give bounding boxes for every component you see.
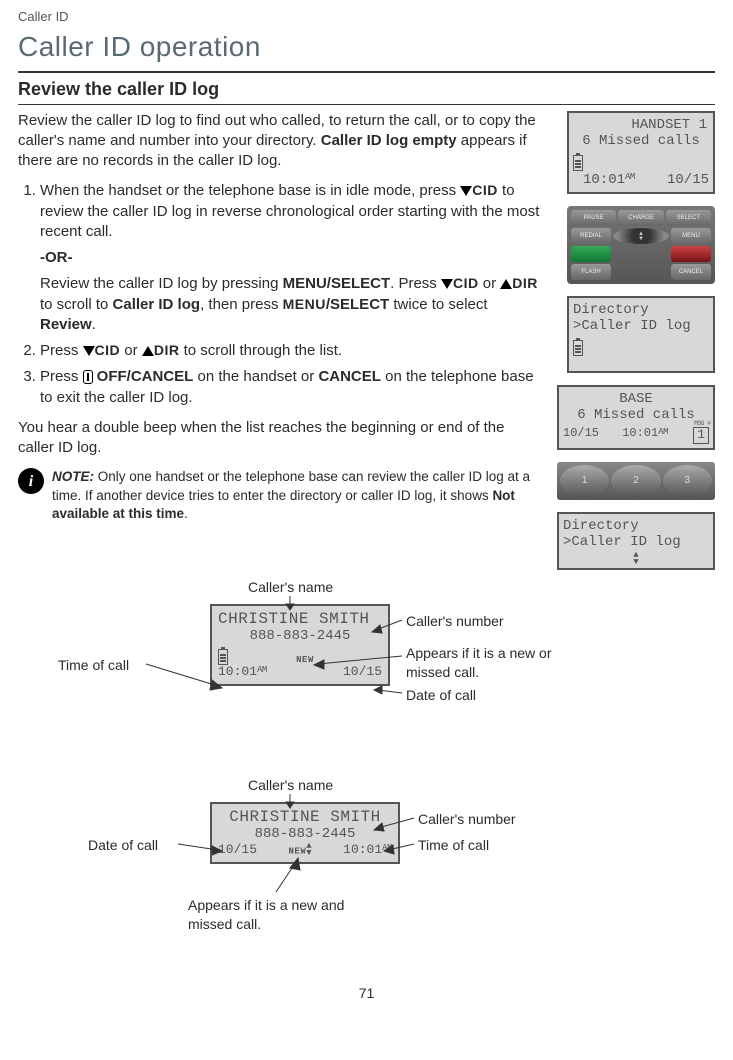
down-arrow-icon bbox=[460, 186, 472, 196]
step-1: When the handset or the telephone base i… bbox=[40, 181, 543, 335]
label-time-of-call: Time of call bbox=[418, 836, 489, 855]
down-arrow-icon bbox=[83, 346, 95, 356]
key-2: 2 bbox=[611, 465, 660, 497]
section-tab: Caller ID bbox=[18, 8, 715, 26]
lcd-cid-detail-handset: CHRISTINE SMITH 888-883-2445 NEW 10:01AM… bbox=[210, 604, 390, 686]
key-1: 1 bbox=[560, 465, 609, 497]
label-time-of-call: Time of call bbox=[58, 656, 129, 675]
key-pause: PAUSE bbox=[571, 210, 616, 226]
phone-off-icon bbox=[83, 370, 93, 384]
lcd-handset-idle: HANDSET 1 6 Missed calls 10:01AM 10/15 bbox=[567, 111, 715, 194]
key-select: SELECT bbox=[666, 210, 711, 226]
key-menu: MENU bbox=[671, 228, 711, 244]
battery-icon bbox=[573, 340, 583, 356]
updown-arrows-icon: ▲▼ bbox=[306, 843, 311, 857]
key-charge: CHARGE bbox=[618, 210, 663, 226]
step-3: Press OFF/CANCEL on the handset or CANCE… bbox=[40, 367, 543, 408]
key-talk bbox=[571, 246, 611, 262]
label-callers-name: Caller's name bbox=[248, 578, 333, 597]
label-date-of-call: Date of call bbox=[406, 686, 476, 705]
key-off bbox=[671, 246, 711, 262]
down-arrow-icon bbox=[441, 279, 453, 289]
label-new-and-missed: Appears if it is a new and missed call. bbox=[188, 896, 368, 934]
label-callers-number: Caller's number bbox=[406, 612, 504, 631]
label-callers-name: Caller's name bbox=[248, 776, 333, 795]
key-3: 3 bbox=[663, 465, 712, 497]
dpad-icon bbox=[613, 228, 669, 244]
lcd-handset-menu: Directory >Caller ID log bbox=[567, 296, 715, 373]
label-callers-number: Caller's number bbox=[418, 810, 516, 829]
label-new-or-missed: Appears if it is a new or missed call. bbox=[406, 644, 596, 682]
up-arrow-icon bbox=[500, 279, 512, 289]
section-heading: Review the caller ID log bbox=[18, 77, 715, 101]
body-text: Review the caller ID log to find out who… bbox=[18, 111, 543, 570]
label-date-of-call: Date of call bbox=[88, 836, 158, 855]
step-2: Press CID or DIR to scroll through the l… bbox=[40, 341, 543, 361]
tail-paragraph: You hear a double beep when the list rea… bbox=[18, 418, 543, 459]
rule-thick bbox=[18, 71, 715, 73]
msg-count-box: 1 bbox=[693, 427, 709, 444]
battery-icon bbox=[573, 155, 583, 171]
lcd-cid-detail-base: CHRISTINE SMITH 888-883-2445 10/15 NEW▲▼… bbox=[210, 802, 400, 864]
lcd-base-menu: Directory >Caller ID log ▲▼ bbox=[557, 512, 715, 570]
battery-icon bbox=[218, 649, 228, 665]
up-arrow-icon bbox=[142, 346, 154, 356]
page-title: Caller ID operation bbox=[18, 28, 715, 66]
intro-paragraph: Review the caller ID log to find out who… bbox=[18, 111, 543, 172]
base-keypad-illustration: 1 2 3 bbox=[557, 462, 715, 500]
lcd-base-idle: BASE 6 Missed calls 10/15 10:01AM 1 bbox=[557, 385, 715, 450]
note-block: i NOTE: Only one handset or the telephon… bbox=[18, 468, 543, 523]
key-cancel: CANCEL bbox=[671, 264, 711, 280]
rule-thin bbox=[18, 104, 715, 105]
handset-keypad-illustration: PAUSE CHARGE SELECT REDIAL MENU FLASH CA… bbox=[567, 206, 715, 284]
key-flash: FLASH bbox=[571, 264, 611, 280]
info-icon: i bbox=[18, 468, 44, 494]
key-redial: REDIAL bbox=[571, 228, 611, 244]
page-number: 71 bbox=[18, 984, 715, 1003]
